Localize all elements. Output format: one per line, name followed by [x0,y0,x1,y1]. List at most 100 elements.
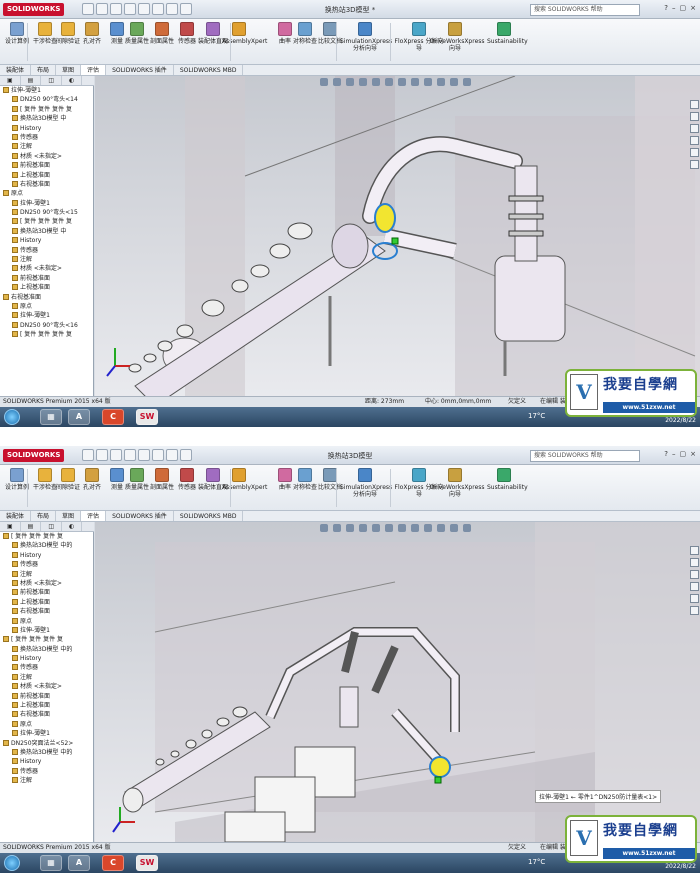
camtasia-app-icon[interactable]: C [102,855,124,871]
tree-item[interactable]: 前视基准面 [0,588,93,597]
tree-item[interactable]: 右视基准面 [0,710,93,719]
view-tool-icon[interactable] [463,524,471,532]
view-tool-icon[interactable] [424,78,432,86]
search-input[interactable]: 搜索 SOLIDWORKS 帮助 [530,450,640,462]
minimize-icon[interactable]: – [672,4,676,12]
view-tool-icon[interactable] [398,524,406,532]
display-tab-icon[interactable]: ◐ [62,76,83,85]
tree-item[interactable]: 拉伸-薄壁1 [0,311,93,320]
tree-item[interactable]: History [0,551,93,560]
tree-item[interactable]: 换热站3D模型 中的 [0,748,93,757]
config-tab-icon[interactable]: ◫ [41,522,63,531]
tree-item[interactable]: 前视基准面 [0,161,93,170]
tree-item[interactable]: 拉伸-薄壁1 [0,626,93,635]
property-tab-icon[interactable]: ▤ [21,76,42,85]
tree-item[interactable]: 上视基准面 [0,598,93,607]
view-tool-icon[interactable] [398,78,406,86]
tree-item[interactable]: 材质 <未指定> [0,579,93,588]
tab-0[interactable]: 装配体 [0,65,32,75]
camtasia-app-icon[interactable]: C [102,409,124,425]
tree-item[interactable]: 换热站3D模型 中 [0,114,93,123]
help-icon[interactable]: ? [664,450,668,458]
config-tab-icon[interactable]: ◫ [41,76,63,85]
view-tool-icon[interactable] [385,524,393,532]
tree-item[interactable]: 注解 [0,673,93,682]
tree-item[interactable]: History [0,124,93,133]
tree-item[interactable]: DN250 90°弯头<16 [0,321,93,330]
tree-tab-icon[interactable]: ▣ [0,522,21,531]
solidworks-app-icon[interactable]: SW [136,855,158,871]
view-tool-icon[interactable] [320,78,328,86]
library-icon[interactable] [690,112,699,121]
tree-item[interactable]: DN250突面法兰<52> [0,739,93,748]
tree-item[interactable]: 前视基准面 [0,274,93,283]
close-icon[interactable]: × [690,4,696,12]
tree-item[interactable]: 原点 [0,189,93,198]
view-tool-icon[interactable] [359,524,367,532]
resources-icon[interactable] [690,100,699,109]
tree-item[interactable]: 换热站3D模型 中的 [0,541,93,550]
explorer-app-icon[interactable]: ▦ [40,409,62,425]
tab-1[interactable]: 布局 [31,65,57,75]
ribbon-button-9[interactable]: AssemblyXpert [222,468,267,491]
view-tool-icon[interactable] [359,78,367,86]
tree-item[interactable]: DN250 90°弯头<15 [0,208,93,217]
tab-2[interactable]: 草图 [56,511,82,521]
tab-1[interactable]: 布局 [31,511,57,521]
library-icon[interactable] [690,558,699,567]
tree-item[interactable]: 注解 [0,570,93,579]
ribbon-button-9[interactable]: AssemblyXpert [222,22,267,45]
tab-5[interactable]: SOLIDWORKS MBD [174,511,244,521]
terminal-app-icon[interactable]: A [68,409,90,425]
ribbon-button-15[interactable]: DriveWorksXpress 向导 [430,22,485,52]
tree-item[interactable]: 材质 <未指定> [0,682,93,691]
tree-item[interactable]: 材质 <未指定> [0,264,93,273]
tree-tab-icon[interactable]: ▣ [0,76,21,85]
tree-item[interactable]: 右视基准面 [0,607,93,616]
palette-icon[interactable] [690,136,699,145]
tree-item[interactable]: [ 复件 复件 复件 复 [0,217,93,226]
tree-item[interactable]: [ 复件 复件 复件 复 [0,105,93,114]
tree-item[interactable]: 传感器 [0,133,93,142]
view-tool-icon[interactable] [320,524,328,532]
tree-item[interactable]: 换热站3D模型 中 [0,227,93,236]
view-tool-icon[interactable] [463,78,471,86]
tree-item[interactable]: [ 复件 复件 复件 复 [0,330,93,339]
tree-item[interactable]: 原点 [0,617,93,626]
tree-item[interactable]: History [0,236,93,245]
tree-item[interactable]: 拉伸-薄壁1 [0,86,93,95]
help-icon[interactable]: ? [664,4,668,12]
tree-item[interactable]: 上视基准面 [0,283,93,292]
tree-item[interactable]: History [0,757,93,766]
view-tool-icon[interactable] [437,78,445,86]
tree-item[interactable]: 传感器 [0,246,93,255]
tree-item[interactable]: 右视基准面 [0,293,93,302]
tree-item[interactable]: [ 复件 复件 复件 复 [0,635,93,644]
appearance-icon[interactable] [690,148,699,157]
tree-item[interactable]: History [0,654,93,663]
tree-item[interactable]: 注解 [0,142,93,151]
display-tab-icon[interactable]: ◐ [62,522,83,531]
view-tool-icon[interactable] [437,524,445,532]
property-tab-icon[interactable]: ▤ [21,522,42,531]
search-input[interactable]: 搜索 SOLIDWORKS 帮助 [530,4,640,16]
solidworks-app-icon[interactable]: SW [136,409,158,425]
minimize-icon[interactable]: – [672,450,676,458]
explorer-icon[interactable] [690,570,699,579]
tree-item[interactable]: DN250 90°弯头<14 [0,95,93,104]
tree-item[interactable]: 右视基准面 [0,180,93,189]
tree-item[interactable]: 传感器 [0,663,93,672]
tree-item[interactable]: 传感器 [0,767,93,776]
restore-icon[interactable]: ▢ [680,4,687,12]
tree-item[interactable]: 前视基准面 [0,692,93,701]
graphics-area[interactable] [95,76,700,396]
view-tool-icon[interactable] [333,78,341,86]
view-tool-icon[interactable] [411,524,419,532]
tab-4[interactable]: SOLIDWORKS 插件 [106,511,174,521]
view-tool-icon[interactable] [372,524,380,532]
tree-item[interactable]: [ 复件 复件 复件 复 [0,532,93,541]
tab-3[interactable]: 评估 [81,65,107,75]
view-tool-icon[interactable] [450,524,458,532]
tree-item[interactable]: 拉伸-薄壁1 [0,199,93,208]
resources-icon[interactable] [690,546,699,555]
